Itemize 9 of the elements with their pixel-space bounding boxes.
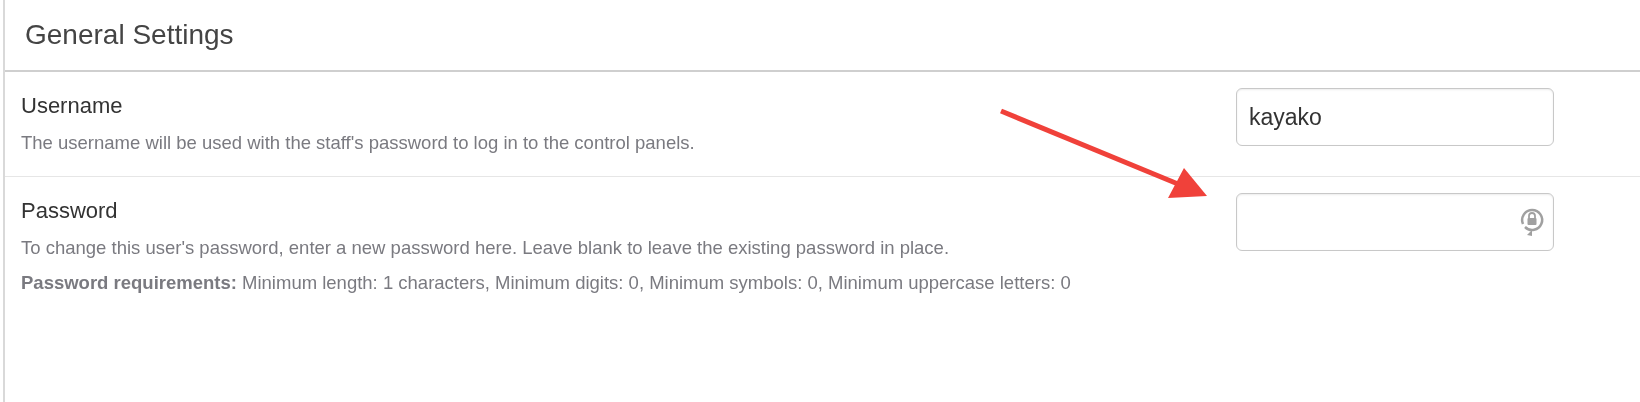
field-description: The username will be used with the staff's password to log in to the control panels. (21, 131, 696, 155)
field-description: To change this user's password, enter a new password here. Leave blank to leave the existing password in place. (21, 236, 951, 260)
password-manager-icon[interactable] (1519, 207, 1545, 237)
section-title: General Settings (25, 18, 234, 52)
password-requirements: Password requirements: Minimum length: 1 characters, Minimum digits: 0, Minimum symbols: 0, Minimum uppercase letters: 0 (21, 271, 1072, 295)
password-field[interactable] (1236, 193, 1554, 251)
field-label: Username (21, 92, 124, 120)
username-field[interactable]: kayako (1236, 88, 1554, 146)
field-label: Password (21, 197, 119, 225)
